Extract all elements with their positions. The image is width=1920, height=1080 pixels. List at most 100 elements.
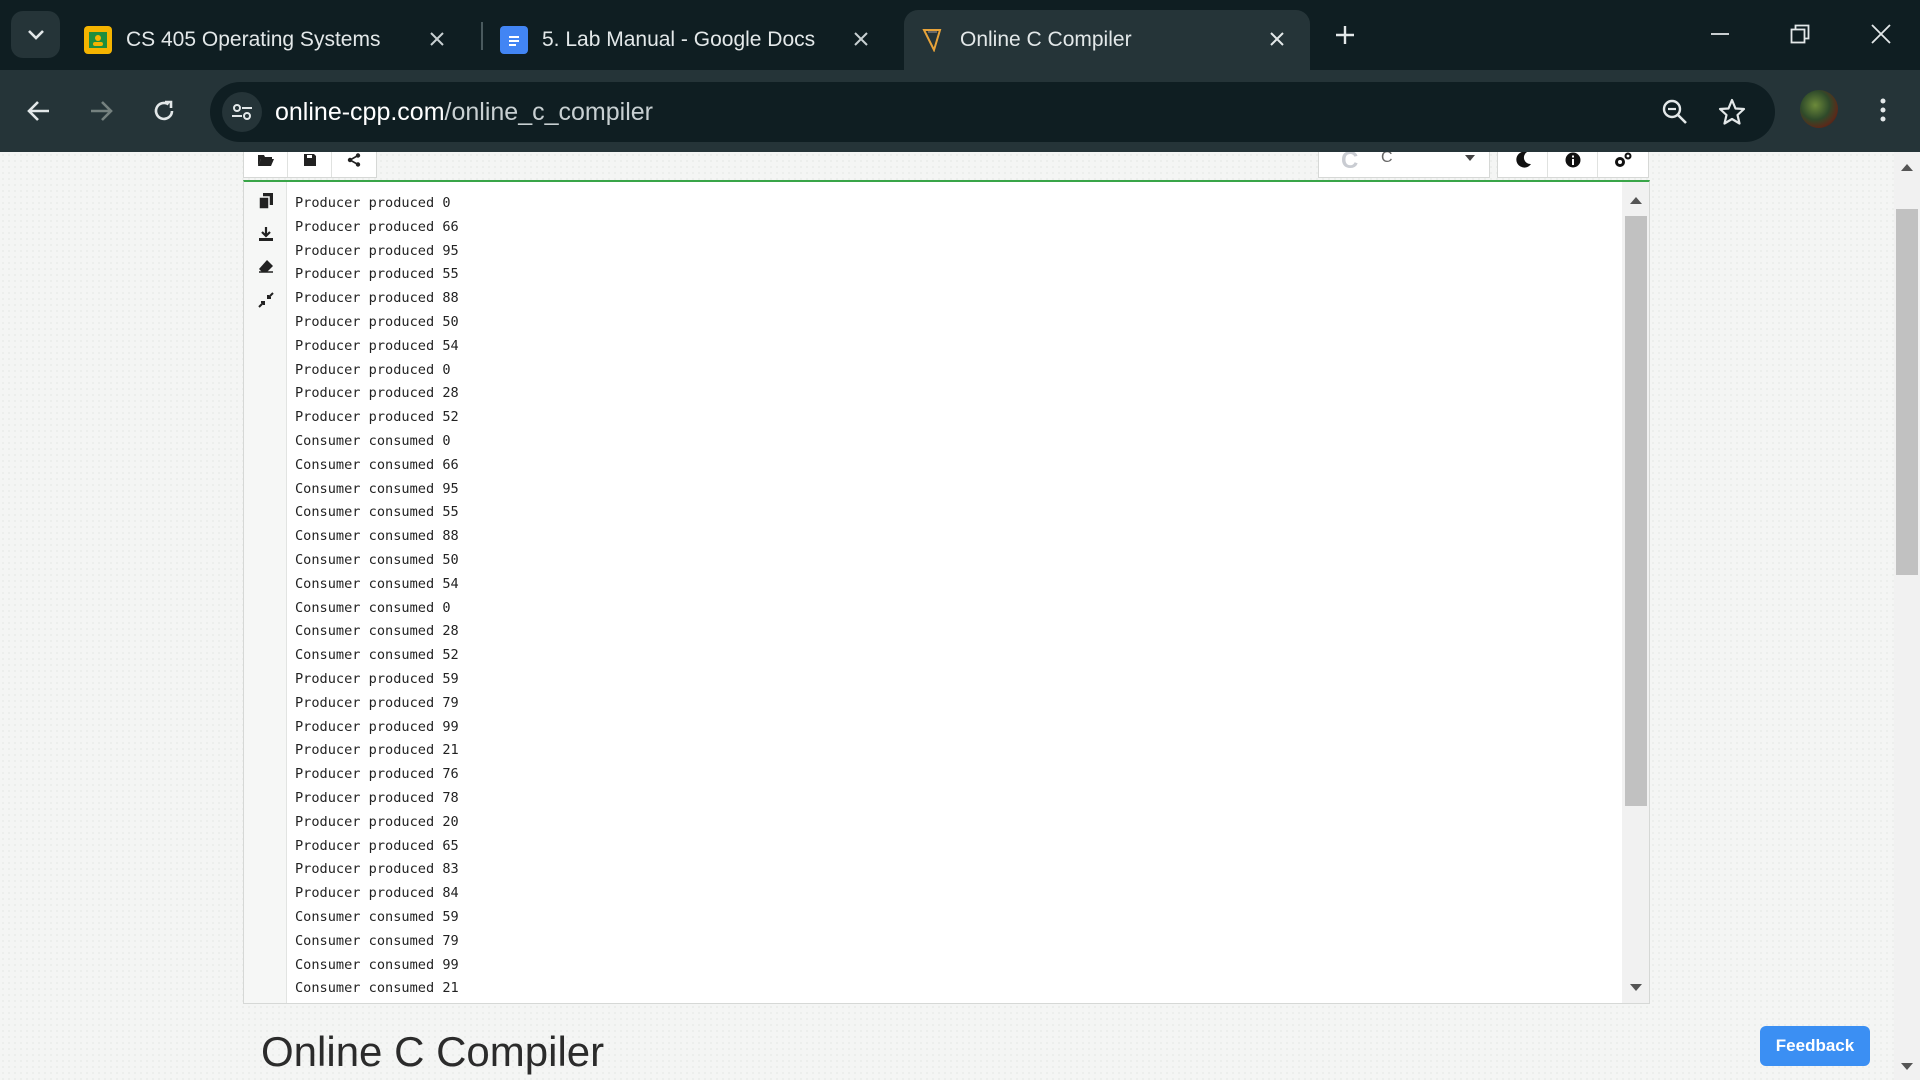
output-line: Consumer consumed 52 (295, 647, 459, 664)
share-button[interactable] (332, 152, 376, 177)
page-scroll-thumb[interactable] (1896, 209, 1918, 575)
output-panel[interactable]: Producer produced 0 Producer produced 66 P… (243, 180, 1650, 1004)
close-window-button[interactable] (1859, 14, 1903, 54)
tab-lab-manual[interactable]: 5. Lab Manual - Google Docs (486, 10, 894, 70)
output-line: Producer produced 95 (295, 242, 459, 259)
tab-search-button[interactable] (11, 11, 60, 58)
page-scroll-up-arrow[interactable] (1901, 164, 1913, 171)
clear-output-button[interactable] (255, 255, 277, 277)
page-title: Online C Compiler (261, 1028, 605, 1075)
chevron-down-icon (27, 29, 44, 40)
output-line: Producer produced 76 (295, 766, 459, 783)
compress-icon (258, 292, 274, 308)
tab-online-c-compiler[interactable]: Online C Compiler (904, 10, 1310, 70)
output-line: Producer produced 54 (295, 337, 459, 354)
output-line: Consumer consumed 54 (295, 575, 459, 592)
address-bar[interactable]: online-cpp.com/online_c_compiler (210, 82, 1775, 142)
zoom-out-icon (1662, 99, 1687, 124)
output-line: Producer produced 59 (295, 670, 459, 687)
url-path: /online_c_compiler (444, 98, 653, 126)
scroll-up-arrow[interactable] (1630, 197, 1642, 204)
restore-button[interactable] (1778, 14, 1822, 54)
output-line: Consumer consumed 66 (295, 456, 459, 473)
tab-cs405[interactable]: CS 405 Operating Systems (70, 10, 470, 70)
online-cpp-icon (918, 26, 946, 54)
arrow-right-icon (91, 101, 113, 121)
output-line: Producer produced 99 (295, 718, 459, 735)
output-line: Consumer consumed 59 (295, 908, 459, 925)
browser-toolbar: online-cpp.com/online_c_compiler (0, 70, 1920, 152)
scroll-down-arrow[interactable] (1630, 984, 1642, 991)
info-icon (1565, 152, 1580, 168)
forward-button[interactable] (80, 90, 122, 132)
reload-icon (154, 100, 174, 121)
output-line: Consumer consumed 55 (295, 504, 459, 521)
output-scrollbar[interactable] (1622, 182, 1649, 1003)
c-language-icon: C (1341, 152, 1359, 174)
output-line: Producer produced 79 (295, 694, 459, 711)
plus-icon (1336, 26, 1354, 44)
collapse-output-button[interactable] (255, 289, 277, 311)
more-vert-icon (1880, 98, 1886, 122)
zoom-button[interactable] (1657, 94, 1693, 130)
tune-icon (232, 104, 252, 120)
info-button[interactable] (1548, 152, 1598, 177)
output-line: Consumer consumed 79 (295, 932, 459, 949)
output-line: Producer produced 50 (295, 313, 459, 330)
browser-menu-button[interactable] (1865, 90, 1901, 130)
share-icon (347, 153, 361, 167)
copy-icon (259, 193, 273, 209)
bookmark-button[interactable] (1714, 94, 1750, 130)
close-tab-icon[interactable] (1262, 24, 1292, 54)
dark-mode-button[interactable] (1498, 152, 1548, 177)
output-line: Producer produced 84 (295, 885, 459, 902)
reload-button[interactable] (143, 90, 185, 132)
close-tab-icon[interactable] (846, 24, 876, 54)
page-scroll-down-arrow[interactable] (1901, 1063, 1913, 1070)
page-scrollbar[interactable] (1894, 152, 1920, 1080)
output-line: Consumer consumed 95 (295, 480, 459, 497)
close-icon (1871, 24, 1891, 44)
output-scroll-thumb[interactable] (1625, 216, 1647, 806)
output-line: Consumer consumed 0 (295, 432, 451, 449)
minimize-button[interactable] (1698, 14, 1742, 54)
tab-divider (481, 22, 483, 50)
output-line: Consumer consumed 28 (295, 623, 459, 640)
output-line: Producer produced 21 (295, 742, 459, 759)
close-tab-icon[interactable] (422, 24, 452, 54)
language-value: C (1381, 152, 1393, 166)
profile-avatar[interactable] (1800, 90, 1838, 128)
language-select[interactable]: C C (1318, 152, 1490, 178)
output-line: Consumer consumed 88 (295, 528, 459, 545)
output-line: Producer produced 0 (295, 361, 451, 378)
url-text[interactable]: online-cpp.com/online_c_compiler (275, 98, 653, 127)
tab-strip: CS 405 Operating Systems 5. Lab Manual -… (0, 0, 1920, 70)
page-content: C C Producer produced 0 Producer produce… (0, 152, 1894, 1080)
back-button[interactable] (18, 90, 60, 132)
output-line: Producer produced 65 (295, 837, 459, 854)
settings-button[interactable] (1598, 152, 1648, 177)
tab-title: 5. Lab Manual - Google Docs (542, 28, 816, 51)
save-icon (303, 154, 316, 166)
output-line: Consumer consumed 0 (295, 599, 451, 616)
output-line: Producer produced 52 (295, 409, 459, 426)
download-icon (259, 227, 273, 241)
output-line: Producer produced 28 (295, 385, 459, 402)
restore-icon (1790, 24, 1810, 44)
output-line: Producer produced 83 (295, 861, 459, 878)
output-line: Consumer consumed 99 (295, 956, 459, 973)
folder-open-icon (257, 155, 274, 166)
star-icon (1718, 98, 1746, 125)
new-tab-button[interactable] (1328, 18, 1362, 52)
open-file-button[interactable] (244, 152, 288, 177)
site-info-button[interactable] (222, 92, 262, 132)
output-line: Consumer consumed 50 (295, 551, 459, 568)
feedback-button[interactable]: Feedback (1760, 1026, 1870, 1066)
output-text: Producer produced 0 Producer produced 66 P… (295, 192, 1395, 1001)
output-line: Producer produced 20 (295, 813, 459, 830)
save-file-button[interactable] (288, 152, 332, 177)
output-line: Producer produced 66 (295, 218, 459, 235)
url-host: online-cpp.com (275, 98, 445, 126)
download-output-button[interactable] (255, 223, 277, 245)
copy-output-button[interactable] (255, 190, 277, 212)
